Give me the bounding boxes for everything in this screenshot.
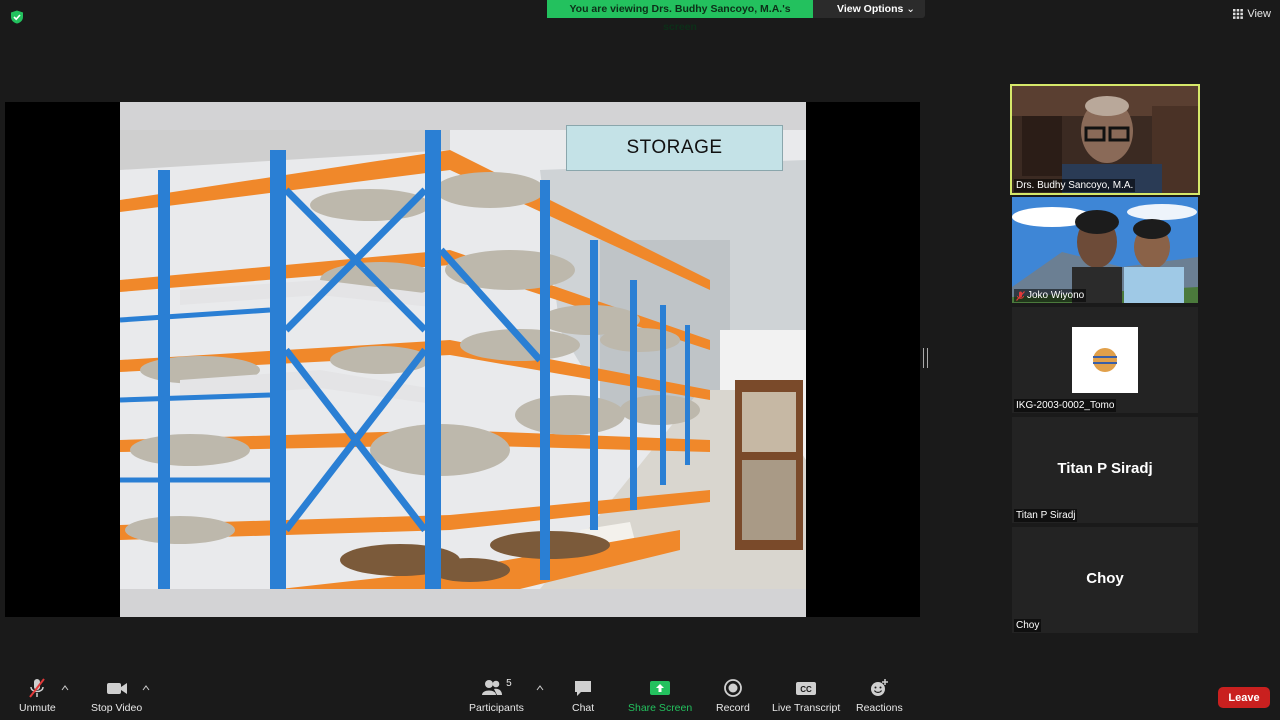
participant-name: Joko Wiyono [1027,290,1085,301]
chat-icon [575,681,592,696]
chevron-down-icon: ⌄ [906,3,916,15]
record-button[interactable]: Record [716,678,750,714]
participant-tile-tomo[interactable]: IKG-2003-0002_Tomo [1012,307,1198,413]
live-transcript-label: Live Transcript [772,702,841,714]
participant-name-tag: Joko Wiyono [1014,289,1087,302]
video-options-chevron-icon[interactable] [142,684,150,692]
participant-name: Drs. Budhy Sancoyo, M.A. [1016,180,1134,191]
share-screen-button[interactable]: Share Screen [628,678,692,714]
participant-video [1012,197,1198,303]
participants-chevron-icon[interactable] [536,684,544,692]
view-layout-button[interactable]: View [1233,8,1271,20]
participant-name-tag: Choy [1014,619,1042,632]
svg-text:CC: CC [800,685,812,694]
view-options-button[interactable]: View Options ⌄ [813,0,926,18]
muted-mic-icon [29,678,46,698]
record-icon [724,679,742,697]
storage-room-photo [120,130,806,589]
grid-icon [1233,9,1244,19]
participant-name: Choy [1016,620,1040,631]
participant-video [1012,86,1198,193]
resize-handle[interactable] [923,348,928,368]
participant-name-tag: Titan P Siradj [1014,509,1078,522]
presentation-slide: STORAGE [120,102,806,617]
video-camera-icon [106,683,127,694]
participant-name: IKG-2003-0002_Tomo [1016,400,1115,411]
stop-video-button[interactable]: Stop Video [91,678,142,714]
participant-tile-budhy[interactable]: Drs. Budhy Sancoyo, M.A. [1010,84,1200,195]
view-label: View [1247,8,1271,20]
participant-name-tag: Drs. Budhy Sancoyo, M.A. [1014,179,1136,192]
muted-mic-icon [1016,290,1025,301]
participants-icon-group: 5 [481,678,512,702]
view-options-label: View Options [837,3,904,15]
avatar-logo-icon [1093,348,1117,372]
live-transcript-button[interactable]: CC Live Transcript [772,678,840,714]
participants-count: 5 [506,678,512,689]
audio-options-chevron-icon[interactable] [61,684,69,692]
security-shield-icon[interactable] [10,10,24,24]
reactions-button[interactable]: Reactions [856,678,903,714]
participants-icon [482,680,503,695]
participant-name: Titan P Siradj [1016,510,1076,521]
reactions-icon [871,679,889,696]
viewing-banner: You are viewing Drs. Budhy Sancoyo, M.A.… [547,0,926,33]
closed-caption-icon: CC [796,682,817,695]
unmute-label: Unmute [19,702,56,714]
reactions-label: Reactions [856,702,903,714]
record-label: Record [716,702,750,714]
participant-display-name: Choy [1086,570,1124,587]
participant-name-tag: IKG-2003-0002_Tomo [1014,399,1117,412]
shared-screen: STORAGE [5,102,920,617]
stop-video-label: Stop Video [91,702,143,714]
participants-button[interactable]: 5 Participants [469,678,524,714]
participant-tile-titan[interactable]: Titan P Siradj Titan P Siradj [1012,417,1198,523]
share-screen-icon [650,681,671,695]
share-screen-label: Share Screen [628,702,693,714]
slide-title: STORAGE [566,125,783,171]
participant-tile-choy[interactable]: Choy Choy [1012,527,1198,633]
chat-label: Chat [572,702,595,714]
participant-tile-joko[interactable]: Joko Wiyono [1012,197,1198,303]
participants-label: Participants [469,702,524,714]
participant-avatar [1072,327,1138,393]
meeting-toolbar: Unmute Stop Video 5 Participants Chat Sh… [0,672,1280,720]
leave-button[interactable]: Leave [1218,687,1270,708]
participant-display-name: Titan P Siradj [1057,460,1153,477]
viewing-message: You are viewing Drs. Budhy Sancoyo, M.A.… [547,0,813,33]
unmute-button[interactable]: Unmute [19,678,56,714]
chat-button[interactable]: Chat [572,678,594,714]
